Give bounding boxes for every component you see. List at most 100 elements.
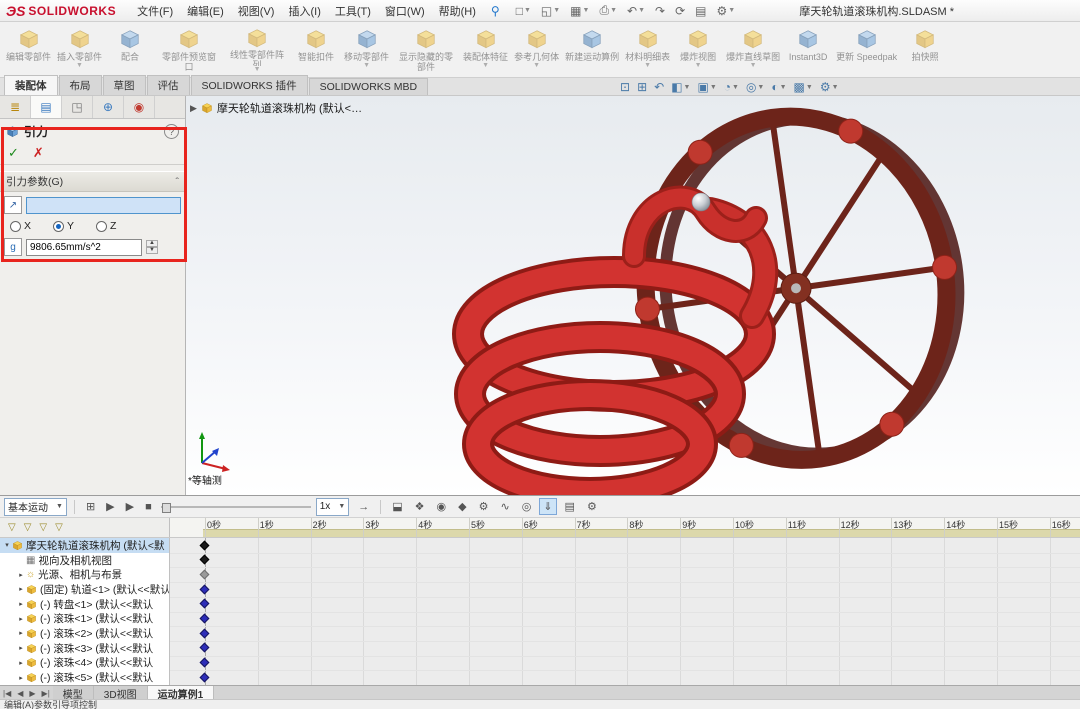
gravity-magnitude-input[interactable] [26, 239, 142, 256]
take-snapshot-button[interactable]: 拍快照 [901, 24, 949, 75]
menu-item-6[interactable]: 窗口(W) [378, 0, 432, 22]
undo-icon[interactable]: ↶▼ [625, 2, 647, 19]
gravity-direction-input[interactable] [26, 197, 181, 214]
tab-SOLIDWORKS 插件[interactable]: SOLIDWORKS 插件 [191, 75, 308, 95]
insert-components-button[interactable]: 插入零部件▼ [55, 24, 104, 75]
confirm-button[interactable]: ✓ [8, 145, 19, 161]
save-icon[interactable]: ▦▼ [568, 2, 591, 19]
exploded-view-button[interactable]: 爆炸视图▼ [674, 24, 722, 75]
featuremanager-tab[interactable]: ≣ [0, 96, 31, 118]
tree-expand-icon[interactable]: ▸ [16, 600, 26, 608]
contact-icon[interactable]: ◎ [518, 498, 536, 515]
play-icon[interactable]: ▶ [122, 498, 138, 515]
pushpin-icon[interactable]: ⚲ [491, 4, 500, 18]
tab-评估[interactable]: 评估 [147, 75, 190, 95]
linear-pattern-button[interactable]: 线性零部件阵列▼ [224, 24, 290, 75]
display-style-icon[interactable]: ◔▼ [724, 80, 739, 94]
viewport-3d[interactable]: ▶ 摩天轮轨道滚珠机构 (默认<… [186, 96, 1080, 495]
tree-row[interactable]: ▦视向及相机视图 [0, 553, 169, 568]
flyout-tree-breadcrumb[interactable]: ▶ 摩天轮轨道滚珠机构 (默认<… [190, 100, 362, 116]
timeline-key-gray[interactable] [200, 569, 210, 579]
bill-of-materials-button[interactable]: 材料明细表▼ [623, 24, 672, 75]
filter-driving-icon[interactable]: ▽ [24, 522, 32, 533]
menu-item-4[interactable]: 插入(I) [281, 0, 327, 22]
edit-appearance-icon[interactable]: ◐▼ [771, 80, 786, 94]
motor-icon[interactable]: ⚙ [475, 498, 493, 515]
timeline-key-blue[interactable] [200, 599, 210, 609]
menu-item-3[interactable]: 视图(V) [231, 0, 282, 22]
flyout-expand-icon[interactable]: ▶ [190, 103, 197, 114]
hide-show-items-icon[interactable]: ◎▼ [746, 80, 764, 94]
file-properties-icon[interactable]: ▤ [693, 2, 708, 19]
zoom-area-icon[interactable]: ⊞ [637, 80, 647, 94]
apply-scene-icon[interactable]: ▩▼ [794, 80, 813, 94]
explode-line-sketch-button[interactable]: 爆炸直线草图▼ [724, 24, 782, 75]
tree-expand-icon[interactable]: ▸ [16, 629, 26, 637]
instant3d-button[interactable]: Instant3D [784, 24, 832, 75]
assembly-features-button[interactable]: 装配体特征▼ [461, 24, 510, 75]
redo-icon[interactable]: ↷ [653, 2, 667, 19]
play-from-start-icon[interactable]: ▶ [102, 498, 118, 515]
timeline-area[interactable] [170, 538, 1080, 685]
motion-properties-icon[interactable]: ⚙ [583, 498, 601, 515]
previous-view-icon[interactable]: ↶ [654, 80, 664, 94]
timeline-key-blue[interactable] [200, 672, 210, 682]
tree-row[interactable]: ▸(-) 滚珠<2> (默认<<默认 [0, 626, 169, 641]
menu-item-7[interactable]: 帮助(H) [432, 0, 483, 22]
playback-speed-combo[interactable]: 1x ▼ [316, 498, 350, 516]
zoom-fit-icon[interactable]: ⊡ [620, 80, 630, 94]
timeline-key-blue[interactable] [200, 658, 210, 668]
gravity-icon[interactable]: ⇓ [539, 498, 556, 515]
rebuild-icon[interactable]: ⟳ [673, 2, 687, 19]
add-key-icon[interactable]: ◆ [454, 498, 470, 515]
spin-down-icon[interactable]: ▼ [146, 247, 158, 254]
tree-row[interactable]: ▸(固定) 轨道<1> (默认<<默认 [0, 582, 169, 597]
smart-fasteners-button[interactable]: 智能扣件 [292, 24, 340, 75]
menu-item-5[interactable]: 工具(T) [328, 0, 378, 22]
edit-component-button[interactable]: 编辑零部件 [4, 24, 53, 75]
menu-item-2[interactable]: 编辑(E) [180, 0, 231, 22]
new-document-icon[interactable]: □▼ [514, 2, 533, 19]
timeline-key-blue[interactable] [200, 643, 210, 653]
menu-item-1[interactable]: 文件(F) [130, 0, 180, 22]
dimxpertmanager-tab[interactable]: ⊕ [93, 96, 124, 118]
update-speedpak-button[interactable]: 更新 Speedpak [834, 24, 899, 75]
magnitude-spinner[interactable]: ▲▼ [146, 240, 158, 254]
filter-results-icon[interactable]: ▽ [55, 522, 63, 533]
axis-radio-Z[interactable]: Z [96, 220, 116, 232]
slider-handle[interactable] [162, 503, 171, 513]
tab-草图[interactable]: 草图 [103, 75, 146, 95]
results-plots-icon[interactable]: ▤ [561, 498, 579, 515]
study-type-combo[interactable]: 基本运动 ▼ [4, 498, 67, 516]
configurationmanager-tab[interactable]: ◳ [62, 96, 93, 118]
view-settings-icon[interactable]: ⚙▼ [820, 80, 839, 94]
tree-expand-icon[interactable]: ▾ [2, 541, 12, 549]
tree-expand-icon[interactable]: ▸ [16, 615, 26, 623]
filter-animated-icon[interactable]: ▽ [8, 522, 16, 533]
playback-mode-icon[interactable]: → [354, 499, 373, 515]
spring-icon[interactable]: ∿ [496, 498, 513, 515]
collapse-chevron-icon[interactable]: ˆ [176, 176, 180, 188]
mate-button[interactable]: 配合 [106, 24, 154, 75]
tab-布局[interactable]: 布局 [59, 75, 102, 95]
timeline-key-blue[interactable] [200, 584, 210, 594]
displaymanager-tab[interactable]: ◉ [124, 96, 155, 118]
new-motion-study-button[interactable]: 新建运动算例 [563, 24, 621, 75]
gravity-parameters-section-header[interactable]: 引力参数(G) ˆ [0, 171, 185, 192]
view-orientation-icon[interactable]: ▣▼ [697, 80, 716, 94]
tree-expand-icon[interactable]: ▸ [16, 571, 26, 579]
move-component-button[interactable]: 移动零部件▼ [342, 24, 391, 75]
tree-row[interactable]: ▸(-) 滚珠<4> (默认<<默认 [0, 656, 169, 671]
propertymanager-tab[interactable]: ▤ [31, 96, 62, 118]
tree-row[interactable]: ▸(-) 滚珠<1> (默认<<默认 [0, 611, 169, 626]
tab-装配体[interactable]: 装配体 [4, 75, 58, 95]
stop-icon[interactable]: ■ [141, 498, 156, 515]
tree-expand-icon[interactable]: ▸ [16, 644, 26, 652]
spin-up-icon[interactable]: ▲ [146, 240, 158, 247]
save-animation-icon[interactable]: ⬓ [388, 498, 406, 515]
tree-row[interactable]: ▸(-) 滚珠<5> (默认<<默认 [0, 670, 169, 685]
tree-row[interactable]: ▸(-) 滚珠<3> (默认<<默认 [0, 641, 169, 656]
timeline-key-black[interactable] [200, 555, 210, 565]
tree-expand-icon[interactable]: ▸ [16, 585, 26, 593]
help-icon[interactable]: ? [164, 124, 179, 139]
